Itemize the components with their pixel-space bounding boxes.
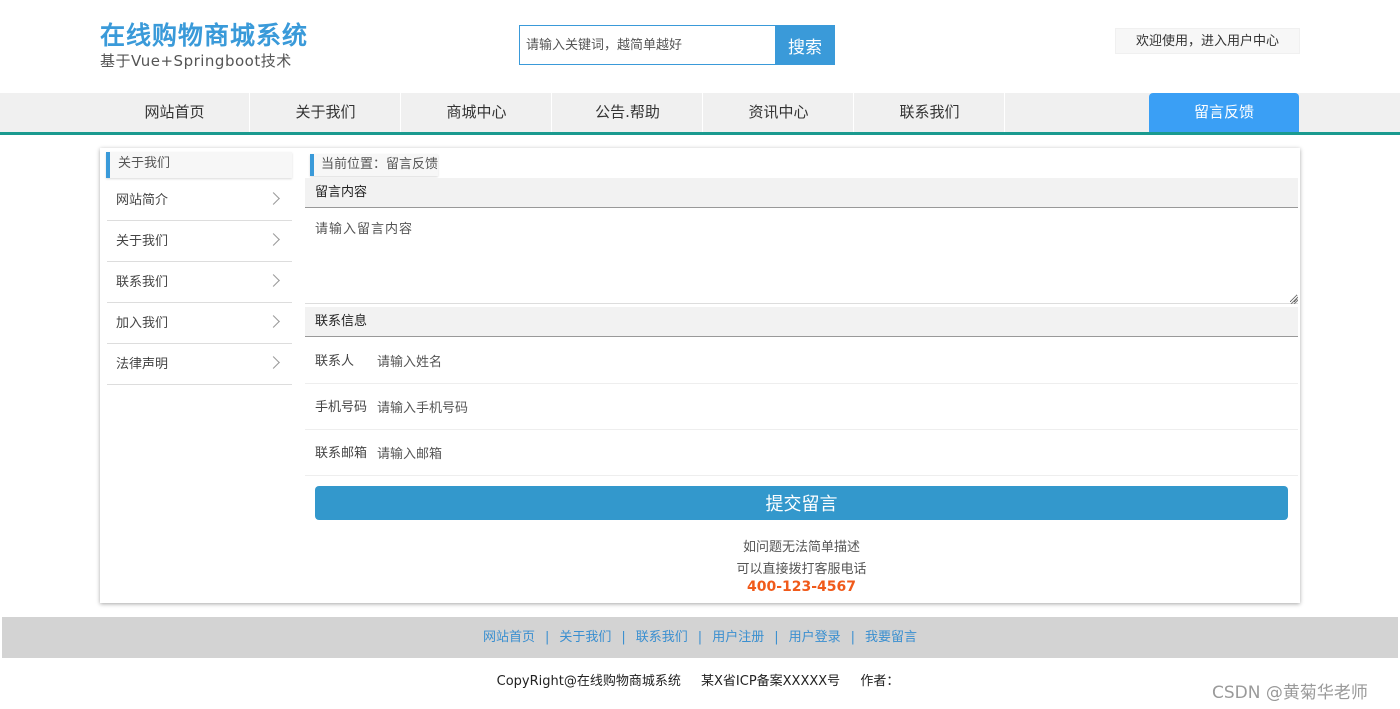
sidebar-item-legal[interactable]: 法律声明: [107, 344, 292, 385]
message-textarea[interactable]: [305, 208, 1298, 304]
chevron-right-icon: [267, 233, 280, 246]
sidebar-item-about[interactable]: 关于我们: [107, 221, 292, 262]
contact-email-input[interactable]: [377, 442, 877, 466]
contact-name-row: 联系人: [305, 338, 1298, 384]
footer-separator: |: [774, 630, 779, 645]
chevron-right-icon: [267, 315, 280, 328]
submit-message-button[interactable]: 提交留言: [315, 486, 1288, 520]
watermark: CSDN @黄菊华老师: [1212, 683, 1368, 703]
copyright-bar: CopyRight@在线购物商城系统 某X省ICP备案XXXXX号 作者：: [0, 670, 1396, 689]
footer-separator: |: [697, 630, 703, 645]
contact-phone-input[interactable]: [377, 396, 877, 420]
resize-grip-icon[interactable]: [1290, 296, 1298, 304]
footer-separator: |: [544, 630, 550, 645]
nav-item-home[interactable]: 网站首页: [100, 93, 250, 132]
sidebar-item-label: 关于我们: [116, 234, 169, 249]
contact-phone-label: 手机号码: [315, 400, 368, 415]
user-center-link[interactable]: 欢迎使用，进入用户中心: [1115, 28, 1300, 54]
footer-link-register[interactable]: 用户注册: [712, 630, 764, 645]
nav-item-feedback[interactable]: 留言反馈: [1149, 93, 1299, 132]
copyright-text: CopyRight@在线购物商城系统: [496, 674, 681, 689]
sidebar-item-label: 联系我们: [116, 275, 169, 290]
footer-separator: |: [850, 630, 855, 645]
content-panel: 关于我们 网站简介 关于我们 联系我们 加入我们 法律声明 当前位置：留言反馈 …: [100, 148, 1300, 603]
site-title[interactable]: 在线购物商城系统: [100, 16, 308, 52]
nav-item-news[interactable]: 资讯中心: [704, 93, 854, 132]
chevron-right-icon: [267, 356, 280, 369]
sidebar-list: 网站简介 关于我们 联系我们 加入我们 法律声明: [107, 180, 292, 385]
icp-text: 某X省ICP备案XXXXX号: [701, 674, 841, 689]
nav-item-about[interactable]: 关于我们: [251, 93, 401, 132]
sidebar-item-join[interactable]: 加入我们: [107, 303, 292, 344]
search-button[interactable]: 搜索: [775, 25, 835, 65]
footer-link-login[interactable]: 用户登录: [789, 630, 841, 645]
sidebar-item-intro[interactable]: 网站简介: [107, 180, 292, 221]
footer-link-home[interactable]: 网站首页: [483, 630, 535, 645]
contact-email-row: 联系邮箱: [305, 430, 1298, 476]
help-text-line1: 如问题无法简单描述: [742, 540, 860, 555]
footer-link-contact[interactable]: 联系我们: [636, 630, 688, 645]
site-header: 在线购物商城系统 基于Vue+Springboot技术 搜索 欢迎使用，进入用户…: [0, 0, 1400, 93]
footer-separator: |: [621, 630, 626, 645]
help-text-line2: 可以直接拨打客服电话: [736, 562, 867, 577]
nav-item-contact[interactable]: 联系我们: [855, 93, 1005, 132]
contact-section-title: 联系信息: [305, 307, 1298, 337]
footer-links: 网站首页 | 关于我们 | 联系我们 | 用户注册 | 用户登录 | 我要留言: [2, 617, 1398, 658]
contact-name-label: 联系人: [315, 354, 355, 369]
nav-item-mall[interactable]: 商城中心: [402, 93, 552, 132]
contact-email-label: 联系邮箱: [315, 446, 368, 461]
contact-name-input[interactable]: [377, 350, 877, 374]
message-section-title: 留言内容: [305, 178, 1298, 208]
sidebar-item-label: 法律声明: [116, 357, 169, 372]
contact-phone-row: 手机号码: [305, 384, 1298, 430]
sidebar-item-label: 加入我们: [116, 316, 169, 331]
chevron-right-icon: [267, 192, 280, 205]
author-text: 作者：: [860, 674, 900, 689]
sidebar-item-label: 网站简介: [116, 193, 169, 208]
sidebar-item-contact[interactable]: 联系我们: [107, 262, 292, 303]
sidebar-title: 关于我们: [106, 152, 292, 178]
search-input[interactable]: [519, 25, 776, 65]
nav-item-notice[interactable]: 公告.帮助: [553, 93, 703, 132]
footer-link-about[interactable]: 关于我们: [559, 630, 611, 645]
site-subtitle: 基于Vue+Springboot技术: [100, 52, 292, 70]
main-nav: 网站首页 关于我们 商城中心 公告.帮助 资讯中心 联系我们 留言反馈: [0, 93, 1400, 135]
service-phone: 400-123-4567: [746, 579, 857, 595]
chevron-right-icon: [267, 274, 280, 287]
breadcrumb: 当前位置：留言反馈: [310, 154, 439, 176]
footer-link-message[interactable]: 我要留言: [865, 630, 917, 645]
